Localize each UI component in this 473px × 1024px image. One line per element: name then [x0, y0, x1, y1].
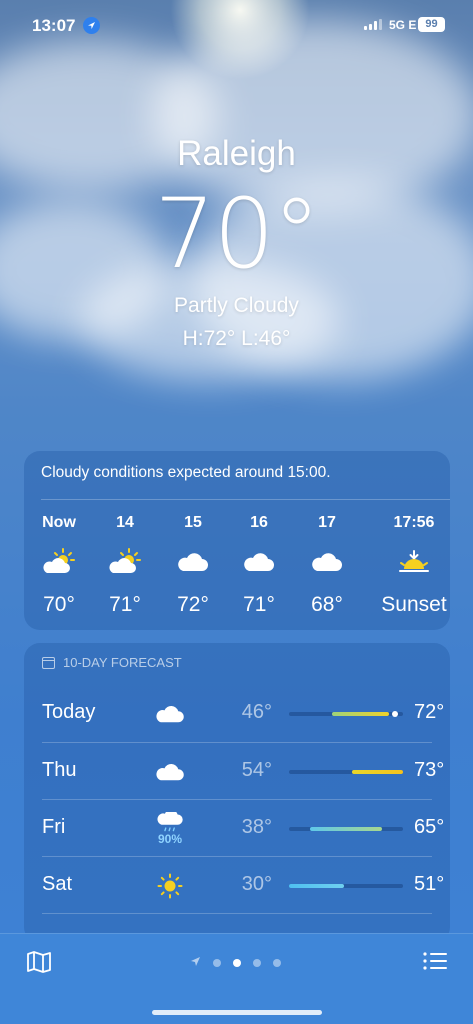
network-label: 5G E — [389, 18, 417, 32]
home-indicator — [152, 1010, 322, 1015]
temp-range-bar — [289, 770, 403, 774]
cloud-icon — [150, 753, 190, 791]
ten-day-header: 10-DAY FORECAST — [42, 655, 182, 670]
low-temp: 30° — [241, 873, 272, 895]
day-row[interactable]: Thu 54° 73° — [42, 742, 444, 800]
status-time: 13:07 — [32, 16, 76, 35]
rain-cloud-icon: 90% — [150, 810, 190, 848]
hour-item: 17:56 Sunset — [376, 514, 452, 617]
city-name: Raleigh — [177, 134, 296, 173]
low-temp: 54° — [241, 759, 272, 781]
cloud-icon — [158, 544, 228, 580]
status-bar: 13:07 5G E 99 — [0, 0, 473, 50]
hourly-summary: Cloudy conditions expected around 15:00. — [41, 464, 331, 481]
page-dot[interactable] — [273, 959, 281, 967]
high-temp: 65° — [414, 816, 445, 838]
hour-item: 16 71° — [224, 514, 294, 617]
signal-icon — [364, 19, 382, 30]
sun-icon — [150, 867, 190, 905]
calendar-icon — [42, 656, 55, 669]
current-temperature: 70° — [154, 178, 320, 290]
current-temp-dot — [392, 711, 399, 717]
temp-range-bar — [289, 884, 403, 888]
day-label: Sat — [42, 873, 73, 895]
hour-item: 15 72° — [158, 514, 228, 617]
page-dot[interactable] — [213, 959, 221, 967]
temp-range-fill — [289, 884, 344, 888]
cloud-icon — [292, 544, 362, 580]
cloud-icon — [224, 544, 294, 580]
page-dot[interactable] — [253, 959, 261, 967]
location-arrow-icon — [190, 954, 201, 972]
temp-range-bar — [289, 711, 403, 717]
partly-sunny-icon — [24, 544, 94, 580]
day-row[interactable]: Fri 90% 38° 65° — [42, 799, 444, 857]
day-row[interactable]: Today 46° 72° — [42, 685, 444, 742]
temp-range-bar — [289, 827, 403, 831]
day-label: Today — [42, 701, 96, 723]
temp-range-fill — [309, 827, 383, 831]
temp-range-fill — [332, 712, 390, 716]
day-label: Fri — [42, 816, 66, 838]
sunset-icon — [376, 544, 452, 580]
page-indicator[interactable] — [190, 954, 281, 972]
ten-day-forecast-card[interactable]: 10-DAY FORECAST Today 46° 72° Thu 54° 73… — [24, 643, 450, 943]
precip-chance: 90% — [157, 832, 183, 846]
hour-item: 17 68° — [292, 514, 362, 617]
high-temp: 73° — [414, 759, 445, 781]
high-low-text: H:72° L:46° — [182, 327, 291, 350]
day-row[interactable]: Sat 30° 51° — [42, 856, 444, 914]
list-icon[interactable] — [422, 950, 448, 977]
day-label: Thu — [42, 759, 77, 781]
hourly-forecast-card[interactable]: Cloudy conditions expected around 15:00.… — [24, 451, 450, 630]
divider — [41, 499, 450, 500]
low-temp: 46° — [241, 701, 272, 723]
high-temp: 72° — [414, 701, 445, 723]
hour-item: 14 71° — [90, 514, 160, 617]
condition-text: Partly Cloudy — [174, 294, 299, 317]
hour-item: Now 70° — [24, 514, 94, 617]
location-arrow-icon — [83, 17, 100, 34]
low-temp: 38° — [241, 816, 272, 838]
page-dot[interactable] — [233, 959, 241, 967]
high-temp: 51° — [414, 873, 445, 895]
temp-range-fill — [351, 770, 403, 774]
bottom-toolbar — [0, 933, 473, 1024]
map-icon[interactable] — [26, 950, 52, 979]
battery-icon: 99 — [418, 17, 445, 32]
cloud-icon — [150, 695, 190, 733]
partly-sunny-icon — [90, 544, 160, 580]
